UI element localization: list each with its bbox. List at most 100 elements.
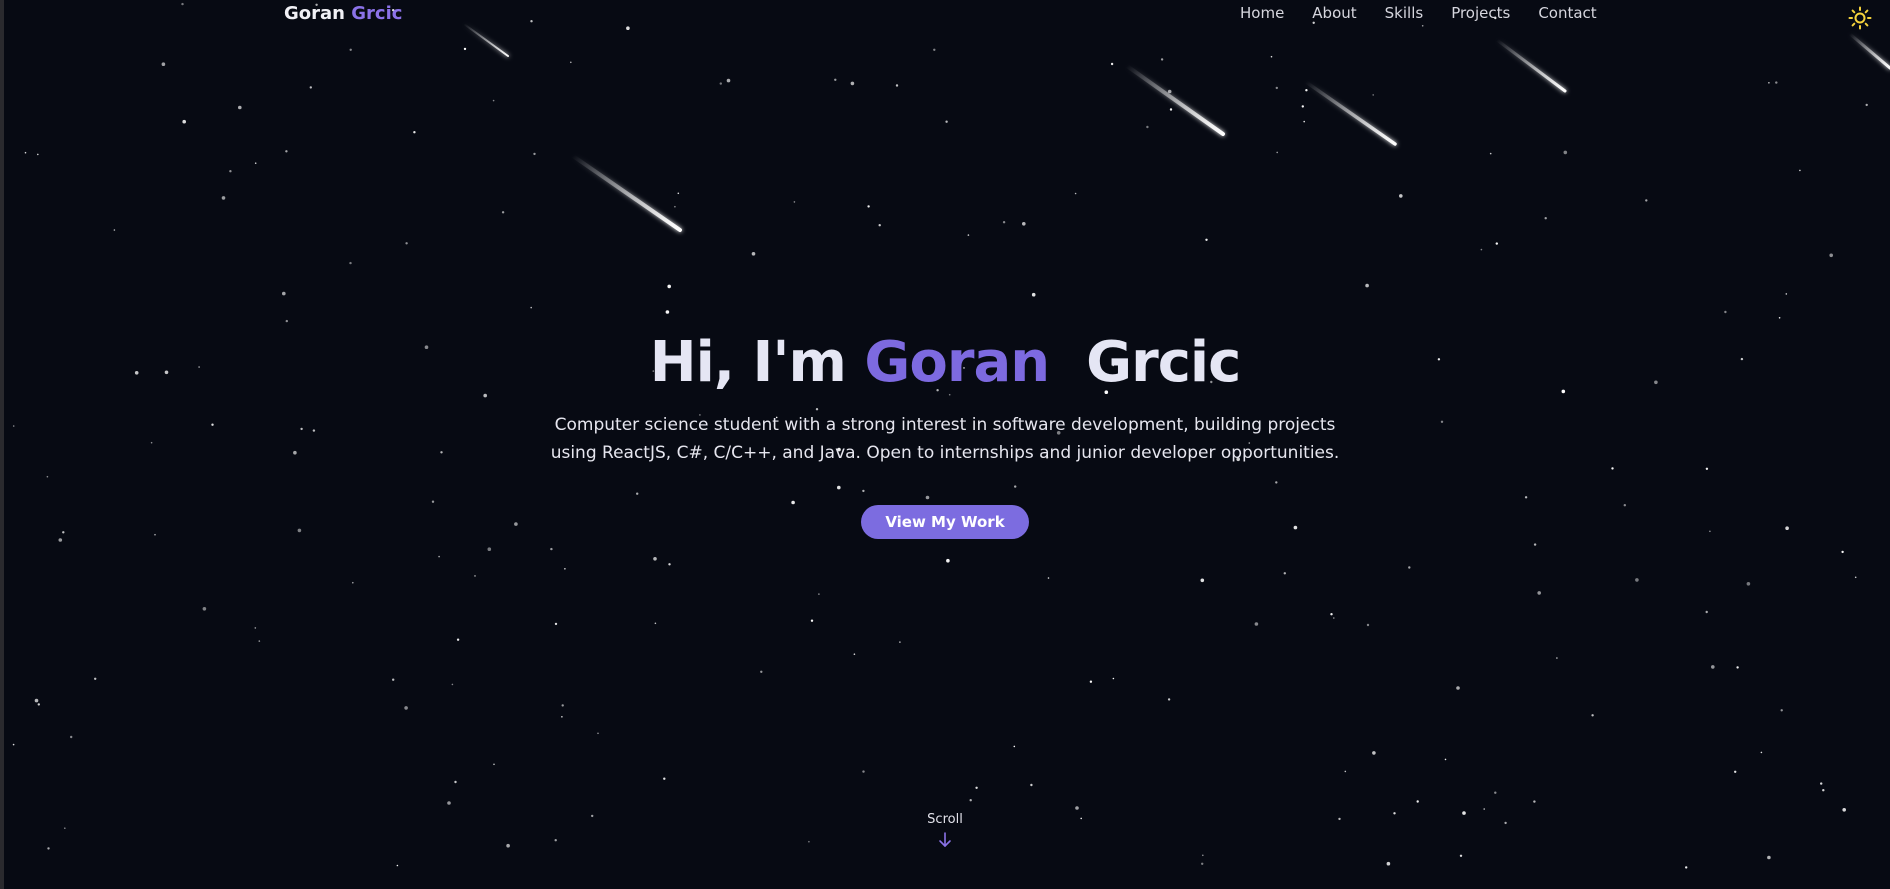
star [37,153,39,156]
star [1110,62,1114,66]
star [1635,578,1639,582]
star [1408,566,1411,569]
brand-logo[interactable]: Goran Grcic [284,3,402,24]
star [404,706,408,710]
star [1160,58,1164,61]
star [810,619,814,622]
star [456,638,460,641]
star [1386,861,1391,866]
star [182,119,186,124]
star [1685,866,1688,869]
star [1330,613,1333,616]
star [561,716,563,718]
star [447,801,451,805]
star [34,698,39,703]
star [1533,543,1537,546]
star [726,78,731,83]
star [945,120,948,123]
view-my-work-button[interactable]: View My Work [861,505,1029,539]
star [1365,283,1369,288]
star [1799,169,1801,172]
star [1372,94,1374,96]
star [1780,709,1783,712]
star [352,581,354,584]
star [492,99,495,102]
star [1711,665,1715,669]
star [760,670,763,673]
star [501,211,505,214]
star [1820,782,1823,785]
nav-link-contact[interactable]: Contact [1538,4,1596,22]
hero-description: Computer science student with a strong i… [550,415,1340,463]
star [309,86,312,89]
star [1841,550,1844,554]
star [438,555,440,558]
star [853,653,856,655]
star [665,310,670,314]
star [719,82,722,85]
star [349,48,352,51]
star [1556,657,1558,659]
star [1544,217,1547,220]
hero-first-name: Goran [864,330,1050,395]
star [850,81,855,86]
star [1169,108,1173,111]
nav-link-skills[interactable]: Skills [1385,4,1424,22]
star [1200,578,1205,583]
star [1537,591,1541,595]
arrow-down-icon [939,832,951,847]
star [554,622,558,626]
nav-link-projects[interactable]: Projects [1451,4,1510,22]
star [1778,317,1781,319]
star [1489,152,1492,155]
star [1444,758,1447,761]
star [1074,192,1077,195]
meteors [463,23,1890,232]
star [867,205,870,208]
star [349,261,352,265]
star [967,234,970,236]
shooting-star [1848,32,1890,70]
star [1075,806,1079,810]
star [1591,714,1594,717]
star [1734,770,1737,773]
scroll-indicator[interactable]: Scroll [0,812,1890,853]
star [1002,221,1006,224]
star [12,743,15,746]
star [1563,150,1568,155]
theme-toggle-button[interactable] [1848,6,1872,30]
navbar: Goran Grcic Home About Skills Projects C… [0,0,1890,30]
star [238,105,242,110]
star [202,607,207,611]
star [663,777,666,780]
star [1167,698,1171,701]
star [1494,791,1497,794]
brand-first-name: Goran [284,3,345,24]
star [94,677,97,680]
shooting-star [1304,80,1397,146]
star [1705,610,1708,614]
star [1146,125,1149,129]
star [451,683,454,686]
star [899,641,901,643]
star [1275,86,1279,90]
star [818,593,820,595]
hero-last-name: Grcic [1086,330,1241,395]
nav-link-home[interactable]: Home [1240,4,1284,22]
star [1022,222,1026,226]
nav-link-about[interactable]: About [1312,4,1356,22]
star [113,229,116,231]
star [161,62,166,66]
star [254,627,257,629]
star [895,84,899,87]
page: Goran Grcic Home About Skills Projects C… [0,0,1890,889]
star [1399,194,1403,198]
star [1645,199,1648,202]
star [1736,666,1739,669]
star [1372,751,1376,755]
star [1724,310,1727,314]
star [933,48,936,51]
star [24,151,27,154]
star [1270,55,1273,58]
star [1746,582,1751,586]
